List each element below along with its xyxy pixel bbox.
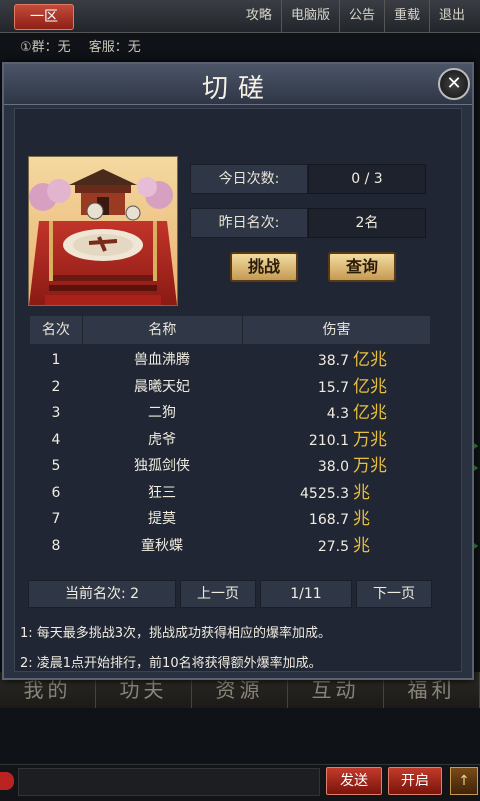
menu-exit[interactable]: 退出 <box>428 0 474 32</box>
row-damage-cell: 38.7 亿兆 <box>242 347 430 373</box>
row-name: 提莫 <box>148 511 176 527</box>
challenge-button[interactable]: 挑战 <box>230 252 298 282</box>
row-name: 二狗 <box>148 405 176 421</box>
table-row: 1 兽血沸腾 38.7 亿兆 <box>30 347 430 373</box>
row-damage-cell: 168.7 兆 <box>242 506 430 532</box>
prev-page-button[interactable]: 上一页 <box>180 580 256 608</box>
row-name: 晨曦天妃 <box>134 378 190 395</box>
row-damage: 38.7 <box>317 353 349 369</box>
row-damage: 27.5 <box>317 538 349 555</box>
row-damage-unit: 兆 <box>353 535 370 556</box>
table-row: 7 提莫 168.7 兆 <box>30 506 430 532</box>
row-name: 虎爷 <box>148 431 176 448</box>
row-name: 独孤剑侠 <box>134 458 190 474</box>
row-damage-unit: 亿兆 <box>353 350 387 370</box>
table-row: 3 二狗 4.3 亿兆 <box>30 400 430 426</box>
row-damage: 38.0 <box>317 459 349 475</box>
menu-announcement[interactable]: 公告 <box>338 0 384 32</box>
menu-reload[interactable]: 重载 <box>383 0 429 32</box>
send-button[interactable]: 发送 <box>326 767 382 795</box>
header-name: 名称 <box>83 316 243 344</box>
row-damage: 210.1 <box>308 432 349 449</box>
dialog-title-bar: 切磋 ✕ <box>4 64 472 105</box>
row-rank: 8 <box>51 537 61 554</box>
row-damage-unit: 兆 <box>353 509 370 529</box>
row-damage-cell: 15.7 亿兆 <box>242 374 430 400</box>
row-damage-cell: 38.0 万兆 <box>242 453 430 479</box>
row-damage: 4525.3 <box>300 485 349 502</box>
header-damage: 伤害 <box>322 322 351 338</box>
row-rank: 1 <box>51 352 61 368</box>
arena-scene-image <box>28 156 178 306</box>
menu-guide[interactable]: 攻略 <box>237 0 281 32</box>
row-damage: 168.7 <box>308 512 349 528</box>
row-rank: 4 <box>51 431 61 448</box>
top-menu: 攻略 电脑版 公告 重载 退出 <box>237 0 474 32</box>
service-info: 客服：无 <box>88 40 141 55</box>
scroll-up-button[interactable]: ↑ <box>450 767 478 795</box>
today-count-value: 0 / 3 <box>308 164 426 194</box>
top-bar: 一区 攻略 电脑版 公告 重载 退出 <box>0 0 480 33</box>
yesterday-rank-value: 2名 <box>308 208 426 238</box>
query-button[interactable]: 查询 <box>328 252 396 282</box>
next-page-button[interactable]: 下一页 <box>356 580 432 608</box>
row-rank: 3 <box>51 405 61 421</box>
row-damage: 4.3 <box>326 406 349 422</box>
info-bar: ①群：无 客服：无 <box>20 36 155 55</box>
chat-channel-icon[interactable] <box>0 772 14 790</box>
row-damage-cell: 27.5 兆 <box>242 533 430 559</box>
close-icon[interactable]: ✕ <box>438 68 470 100</box>
row-damage-cell: 4525.3 兆 <box>242 480 430 506</box>
table-row: 8 童秋蝶 27.5 兆 <box>30 533 430 559</box>
chat-input[interactable] <box>18 768 320 796</box>
row-name: 狂三 <box>148 484 176 501</box>
row-rank: 7 <box>51 511 61 527</box>
row-rank: 2 <box>51 378 61 395</box>
dialog-title: 切磋 <box>201 74 274 104</box>
rule-1: 1: 每天最多挑战3次，挑战成功获得相应的爆率加成。 <box>20 626 332 641</box>
table-row: 4 虎爷 210.1 万兆 <box>30 427 430 453</box>
row-damage-unit: 兆 <box>353 482 370 503</box>
page-indicator: 1/11 <box>260 580 352 608</box>
start-button[interactable]: 开启 <box>388 767 442 795</box>
rule-2: 2: 凌晨1点开始排行，前10名将获得额外爆率加成。 <box>20 656 322 671</box>
table-row: 5 独孤剑侠 38.0 万兆 <box>30 453 430 479</box>
table-row: 6 狂三 4525.3 兆 <box>30 480 430 506</box>
row-damage-unit: 亿兆 <box>353 403 387 423</box>
menu-pc-version[interactable]: 电脑版 <box>280 0 339 32</box>
header-rank: 名次 <box>30 316 83 344</box>
row-damage-unit: 万兆 <box>353 456 387 476</box>
yesterday-rank-label: 昨日名次: <box>190 208 308 238</box>
current-rank: 当前名次: 2 <box>28 580 176 608</box>
table-row: 2 晨曦天妃 15.7 亿兆 <box>30 374 430 400</box>
row-rank: 5 <box>51 458 61 474</box>
row-damage-cell: 210.1 万兆 <box>242 427 430 453</box>
row-damage-cell: 4.3 亿兆 <box>242 400 430 426</box>
spar-dialog: 切磋 ✕ 今日次数: 0 / 3 昨日名次: 2名 挑战 查询 名次 名称 伤害… <box>2 62 474 680</box>
row-name: 兽血沸腾 <box>134 352 190 368</box>
group-info: ①群：无 <box>20 40 71 55</box>
row-rank: 6 <box>51 484 61 501</box>
row-name: 童秋蝶 <box>141 537 183 554</box>
row-damage-unit: 亿兆 <box>353 376 387 397</box>
server-tab[interactable]: 一区 <box>14 4 74 30</box>
today-count-label: 今日次数: <box>190 164 308 194</box>
row-damage-unit: 万兆 <box>353 429 387 450</box>
ranking-table-header: 名次 名称 伤害 <box>30 316 430 344</box>
row-damage: 15.7 <box>317 379 349 396</box>
